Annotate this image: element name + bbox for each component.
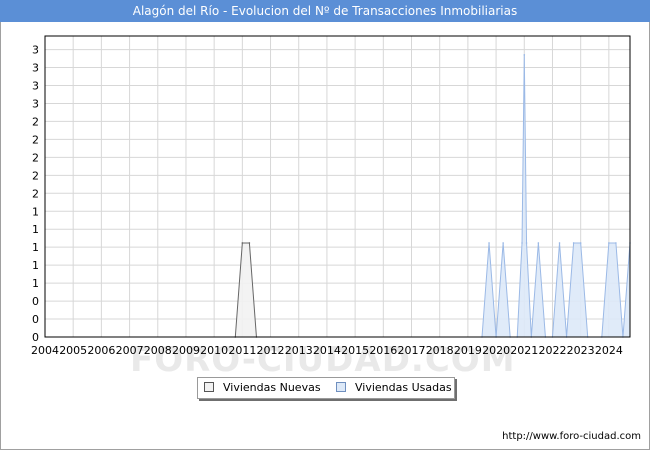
series-point-1 — [572, 242, 575, 244]
x-tick-label: 2021 — [510, 344, 538, 357]
y-tick-label: 1 — [32, 205, 39, 218]
y-tick-label: 2 — [32, 133, 39, 146]
x-tick-label: 2006 — [87, 344, 115, 357]
x-tick-label: 2019 — [454, 344, 482, 357]
y-tick-label: 2 — [32, 115, 39, 128]
y-tick-label: 3 — [32, 62, 39, 75]
y-tick-label: 0 — [32, 295, 39, 308]
x-tick-label: 2005 — [59, 344, 87, 357]
legend-label-usadas: Viviendas Usadas — [355, 381, 452, 394]
y-tick-label: 2 — [32, 187, 39, 200]
series-point-1 — [502, 242, 504, 244]
y-tick-label: 0 — [32, 331, 39, 344]
y-tick-label: 3 — [32, 44, 39, 57]
series-point-1 — [521, 242, 523, 244]
series-point-1 — [523, 54, 526, 56]
legend-swatch-nuevas — [204, 382, 214, 392]
x-tick-label: 2011 — [228, 344, 256, 357]
x-tick-label: 2024 — [595, 344, 623, 357]
x-tick-label: 2016 — [369, 344, 397, 357]
x-tick-label: 2020 — [482, 344, 510, 357]
series-point-1 — [608, 242, 610, 244]
x-tick-label: 2010 — [200, 344, 228, 357]
series-point-1 — [537, 242, 540, 244]
x-tick-label: 2008 — [144, 344, 172, 357]
series-point-1 — [615, 242, 617, 244]
x-tick-label: 2017 — [398, 344, 426, 357]
y-tick-label: 1 — [32, 259, 39, 272]
y-tick-label: 1 — [32, 241, 39, 254]
x-tick-label: 2009 — [172, 344, 200, 357]
x-tick-label: 2014 — [313, 344, 341, 357]
legend-item-viviendas-nuevas: Viviendas Nuevas — [204, 381, 321, 395]
legend-swatch-usadas — [336, 382, 346, 392]
legend-item-viviendas-usadas: Viviendas Usadas — [336, 381, 452, 395]
x-tick-label: 2004 — [31, 344, 59, 357]
series-point-1 — [488, 242, 490, 244]
x-tick-label: 2012 — [257, 344, 285, 357]
x-tick-label: 2015 — [341, 344, 369, 357]
chart-series — [234, 54, 631, 338]
x-tick-label: 2022 — [538, 344, 566, 357]
y-tick-label: 1 — [32, 277, 39, 290]
y-tick-label: 0 — [32, 313, 39, 326]
x-tick-label: 2018 — [426, 344, 454, 357]
y-tick-label: 2 — [32, 151, 39, 164]
chart-legend: Viviendas Nuevas Viviendas Usadas — [197, 377, 455, 399]
legend-label-nuevas: Viviendas Nuevas — [223, 381, 321, 394]
series-point-1 — [579, 242, 582, 244]
series-point-0 — [248, 242, 251, 244]
x-tick-label: 2023 — [567, 344, 595, 357]
y-tick-label: 3 — [32, 80, 39, 93]
series-point-1 — [558, 242, 561, 244]
footer-url: http://www.foro-ciudad.com — [502, 431, 641, 442]
x-tick-label: 2007 — [116, 344, 144, 357]
y-tick-label: 2 — [32, 169, 39, 182]
series-point-1 — [525, 242, 528, 244]
y-tick-label: 1 — [32, 223, 39, 236]
y-tick-label: 3 — [32, 97, 39, 110]
series-point-0 — [241, 242, 244, 244]
x-tick-label: 2013 — [285, 344, 313, 357]
